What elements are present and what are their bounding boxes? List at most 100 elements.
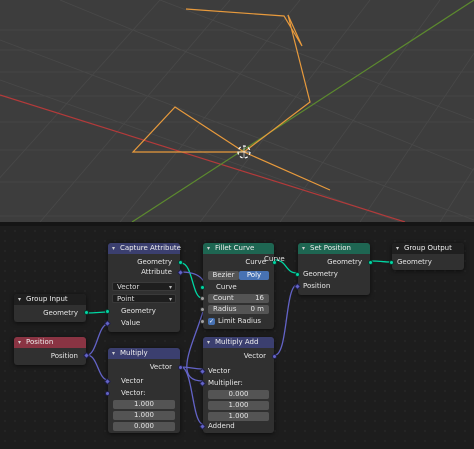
link-set-position-group-output — [370, 260, 392, 263]
multiply-x-field[interactable]: 1.000 — [113, 400, 175, 409]
group-input-geometry-label: Geometry — [43, 309, 78, 317]
multiply-y-field[interactable]: 1.000 — [113, 411, 175, 420]
y-axis-line — [131, 0, 474, 222]
multiply-vector2-input-label: Vector: — [121, 389, 146, 397]
multiply-add-vector-output-socket[interactable] — [272, 354, 277, 359]
group-input-header[interactable]: ▾ Group Input — [14, 294, 86, 305]
group-input-title: Group Input — [26, 295, 68, 303]
group-input-node[interactable]: ▾ Group Input Geometry — [14, 294, 89, 322]
count-value: 16 — [255, 294, 264, 302]
collapse-chevron-icon[interactable]: ▾ — [396, 243, 399, 254]
domain-dropdown[interactable]: Point ▾ — [112, 294, 176, 303]
capture-geometry-input-socket[interactable] — [105, 309, 110, 314]
group-input-geometry-socket[interactable] — [84, 310, 89, 315]
set-position-output-socket[interactable] — [368, 260, 373, 265]
collapse-chevron-icon[interactable]: ▾ — [207, 243, 210, 254]
set-position-position-input-label: Position — [303, 282, 331, 290]
fillet-curve-header[interactable]: ▾ Fillet Curve — [203, 243, 274, 254]
group-output-title: Group Output — [404, 244, 452, 252]
capture-geometry-output-socket[interactable] — [178, 260, 183, 265]
capture-geometry-input-label: Geometry — [121, 307, 156, 315]
radius-value: 0 m — [250, 305, 265, 313]
count-field[interactable]: Count 16 — [208, 294, 269, 303]
mode-poly-button[interactable]: Poly — [239, 271, 269, 280]
link-position-multiply-vector — [86, 354, 109, 381]
group-output-geometry-label: Geometry — [397, 258, 432, 266]
multiply-add-node[interactable]: ▾ Multiply Add Vector Vector Multiplier: … — [198, 337, 277, 433]
capture-attribute-node[interactable]: ▾ Capture Attribute Geometry Attribute Ve… — [103, 243, 185, 332]
curve-object[interactable] — [131, 8, 331, 191]
count-socket[interactable] — [200, 296, 205, 301]
chevron-down-icon: ▾ — [168, 296, 172, 303]
limit-radius-checkbox[interactable]: ✓ — [208, 318, 215, 325]
collapse-chevron-icon[interactable]: ▾ — [302, 243, 305, 254]
multiply-vector-output-socket[interactable] — [178, 365, 183, 370]
x-axis-line — [0, 94, 406, 222]
set-position-output-label: Geometry — [327, 258, 362, 266]
position-output-label: Position — [50, 352, 78, 360]
fillet-to-set-position-curve-label: Curve — [264, 255, 285, 263]
set-position-geometry-input-label: Geometry — [303, 270, 338, 278]
collapse-chevron-icon[interactable]: ▾ — [207, 337, 210, 348]
domain-value: Point — [117, 295, 135, 303]
link-capture-geometry-fillet — [180, 262, 203, 299]
multiply-add-z-field[interactable]: 1.000 — [208, 412, 269, 421]
capture-value-input-label: Value — [121, 319, 141, 327]
multiply-add-header[interactable]: ▾ Multiply Add — [203, 337, 274, 348]
chevron-down-icon: ▾ — [168, 284, 172, 291]
multiply-add-x-field[interactable]: 0.000 — [208, 390, 269, 399]
count-label: Count — [213, 294, 234, 302]
floor-grid — [0, 0, 474, 222]
multiply-header[interactable]: ▾ Multiply — [108, 348, 180, 359]
3d-cursor-icon[interactable] — [237, 145, 251, 159]
data-type-value: Vector — [117, 283, 140, 291]
capture-attribute-header[interactable]: ▾ Capture Attribute — [108, 243, 181, 254]
set-position-geometry-input-socket[interactable] — [295, 272, 300, 277]
capture-attribute-title: Capture Attribute — [120, 244, 181, 252]
radius-socket[interactable] — [200, 307, 205, 312]
group-output-node[interactable]: ▾ Group Output Geometry — [389, 243, 464, 270]
group-output-header[interactable]: ▾ Group Output — [392, 243, 464, 254]
data-type-dropdown[interactable]: Vector ▾ — [112, 282, 176, 291]
capture-geometry-output-label: Geometry — [137, 258, 172, 266]
viewport-scene — [0, 0, 474, 222]
collapse-chevron-icon[interactable]: ▾ — [112, 243, 115, 254]
set-position-header[interactable]: ▾ Set Position — [298, 243, 370, 254]
node-editor[interactable]: ▾ Group Input Geometry ▾ Position Position… — [0, 226, 474, 449]
multiply-add-vector-input-label: Vector — [208, 367, 231, 375]
position-title: Position — [26, 338, 54, 346]
multiply-add-y-field[interactable]: 1.000 — [208, 401, 269, 410]
group-output-geometry-socket[interactable] — [389, 260, 394, 265]
position-node[interactable]: ▾ Position Position — [14, 337, 91, 365]
position-header[interactable]: ▾ Position — [14, 337, 86, 348]
multiply-vector-output-label: Vector — [149, 363, 172, 371]
collapse-chevron-icon[interactable]: ▾ — [112, 348, 115, 359]
limit-radius-label: Limit Radius — [218, 317, 262, 325]
multiply-z-field[interactable]: 0.000 — [113, 422, 175, 431]
fillet-curve-input-label: Curve — [216, 283, 237, 291]
radius-label: Radius — [213, 305, 237, 313]
link-multiply-add-position — [274, 284, 298, 356]
radius-field[interactable]: Radius 0 m — [208, 305, 269, 314]
3d-viewport[interactable] — [0, 0, 474, 222]
multiply-vector-input-label: Vector — [121, 377, 144, 385]
multiply-add-title: Multiply Add — [215, 338, 259, 346]
limit-radius-socket[interactable] — [200, 319, 205, 324]
mode-bezier-button[interactable]: Bezier — [208, 271, 239, 280]
link-multiply-addend — [180, 366, 204, 425]
fillet-curve-output-label: Curve — [245, 258, 266, 266]
multiply-add-vector-output-label: Vector — [243, 352, 266, 360]
addend-input-label: Addend — [208, 422, 235, 430]
multiplier-input-label: Multiplier: — [208, 379, 243, 387]
link-position-value — [86, 323, 109, 356]
fillet-curve-input-socket[interactable] — [200, 285, 205, 290]
capture-attribute-output-label: Attribute — [141, 268, 172, 276]
multiply-vector2-input-socket[interactable] — [105, 391, 110, 396]
multiply-node[interactable]: ▾ Multiply Vector Vector Vector: 1.000 1.… — [103, 348, 183, 433]
set-position-title: Set Position — [310, 244, 351, 252]
collapse-chevron-icon[interactable]: ▾ — [18, 337, 21, 348]
fillet-curve-title: Fillet Curve — [215, 244, 255, 252]
collapse-chevron-icon[interactable]: ▾ — [18, 294, 21, 305]
set-position-node[interactable]: ▾ Set Position Geometry Geometry Position — [293, 243, 373, 295]
multiply-title: Multiply — [120, 349, 148, 357]
